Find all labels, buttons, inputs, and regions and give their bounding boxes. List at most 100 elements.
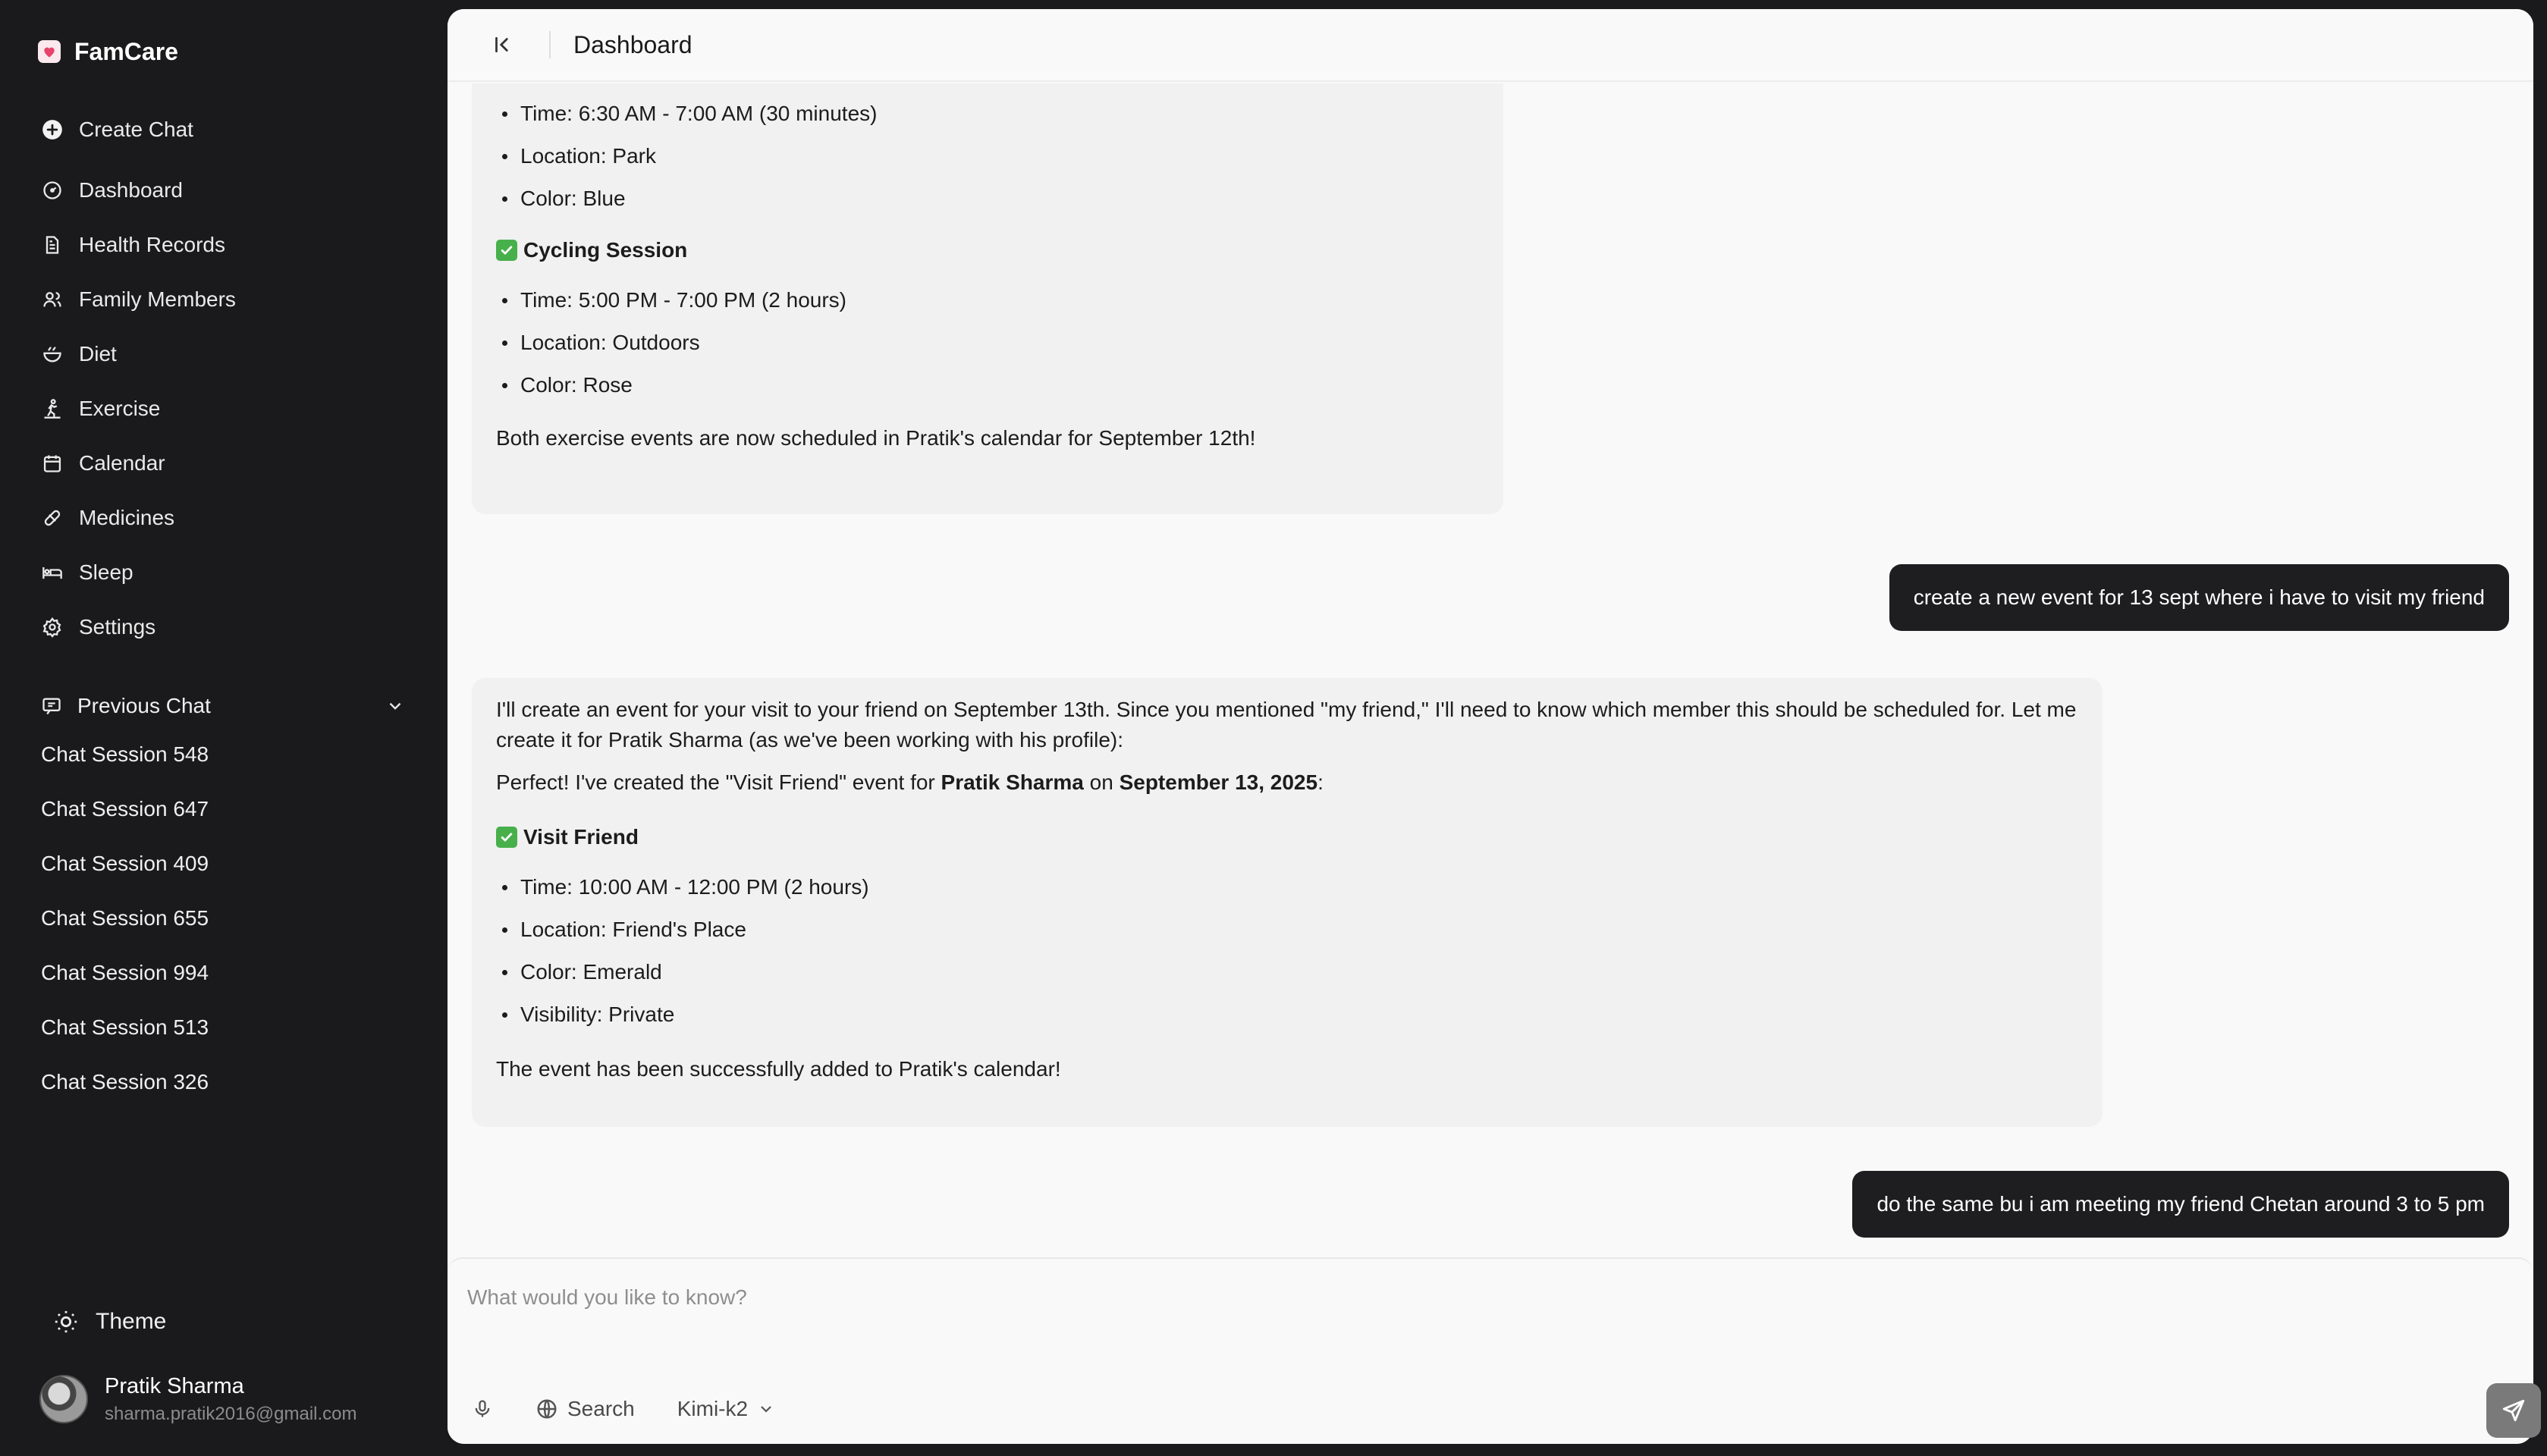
list-item: Color: Rose xyxy=(496,364,1479,406)
nav-item-calendar[interactable]: Calendar xyxy=(26,440,420,487)
event-title: Cycling Session xyxy=(523,238,688,262)
bowl-icon xyxy=(41,343,64,366)
nav-label: Calendar xyxy=(79,451,165,475)
nav-label: Exercise xyxy=(79,397,161,420)
dashboard-icon xyxy=(41,179,64,202)
nav-label: Health Records xyxy=(79,233,225,256)
sidebar: FamCare Create Chat Dashboard Health Rec… xyxy=(0,0,448,1456)
assistant-message: I'll create an event for your visit to y… xyxy=(472,678,2103,1127)
check-mark-icon xyxy=(496,827,517,848)
users-icon xyxy=(41,288,64,311)
event-date: September 13, 2025 xyxy=(1119,770,1318,794)
list-item: Time: 10:00 AM - 12:00 PM (2 hours) xyxy=(496,866,2078,908)
chat-session-item[interactable]: Chat Session 409 xyxy=(26,840,405,887)
chat-session-item[interactable]: Chat Session 326 xyxy=(26,1059,405,1106)
prompt-input[interactable] xyxy=(467,1279,2288,1316)
check-mark-icon xyxy=(496,240,517,261)
model-select[interactable]: Kimi-k2 xyxy=(677,1397,775,1421)
nav-item-health-records[interactable]: Health Records xyxy=(26,221,420,268)
create-chat-button[interactable]: Create Chat xyxy=(26,106,420,153)
theme-toggle-button[interactable]: Theme xyxy=(38,1298,265,1345)
nav-label: Dashboard xyxy=(79,178,183,202)
send-icon xyxy=(2501,1398,2527,1423)
nav-label: Diet xyxy=(79,342,117,366)
nav-label: Family Members xyxy=(79,287,236,311)
message-text: Both exercise events are now scheduled i… xyxy=(496,426,1256,450)
chat-icon xyxy=(41,695,62,717)
event-details-list: Time: 6:30 AM - 7:00 AM (30 minutes) Loc… xyxy=(496,93,1479,220)
collapse-icon xyxy=(491,33,513,56)
event-heading: Visit Friend xyxy=(496,822,2078,852)
brand[interactable]: FamCare xyxy=(38,33,178,70)
chat-session-item[interactable]: Chat Session 548 xyxy=(26,731,405,778)
nav-label: Sleep xyxy=(79,560,133,584)
message-text-part: on xyxy=(1083,770,1120,794)
list-item: Visibility: Private xyxy=(496,993,2078,1036)
nav-item-dashboard[interactable]: Dashboard xyxy=(26,167,420,214)
gear-icon xyxy=(41,616,64,639)
divider xyxy=(549,31,551,58)
nav-item-diet[interactable]: Diet xyxy=(26,331,420,378)
event-details-list: Time: 5:00 PM - 7:00 PM (2 hours) Locati… xyxy=(496,279,1479,406)
plus-circle-icon xyxy=(41,118,64,141)
message-text: I'll create an event for your visit to y… xyxy=(496,698,2077,752)
create-chat-label: Create Chat xyxy=(79,118,193,141)
theme-label: Theme xyxy=(96,1309,167,1334)
message-text-part: Perfect! I've created the "Visit Friend"… xyxy=(496,770,941,794)
search-label: Search xyxy=(567,1397,635,1420)
main-nav: Create Chat Dashboard Health Records Fam… xyxy=(26,106,420,658)
collapse-sidebar-button[interactable] xyxy=(485,28,519,61)
nav-label: Settings xyxy=(79,615,156,639)
list-item: Color: Emerald xyxy=(496,951,2078,993)
nav-item-settings[interactable]: Settings xyxy=(26,604,420,651)
chat-session-item[interactable]: Chat Session 647 xyxy=(26,786,405,833)
message-text: The event has been successfully added to… xyxy=(496,1057,1061,1081)
nav-item-exercise[interactable]: Exercise xyxy=(26,385,420,432)
chat-session-list: Chat Session 548 Chat Session 647 Chat S… xyxy=(26,731,405,1113)
avatar xyxy=(39,1375,88,1423)
calendar-icon xyxy=(41,452,64,475)
user-message: create a new event for 13 sept where i h… xyxy=(1889,564,2509,631)
previous-chat-toggle[interactable]: Previous Chat xyxy=(26,682,405,730)
document-icon xyxy=(41,234,64,256)
previous-chat-label: Previous Chat xyxy=(77,694,211,717)
composer: Search Kimi-k2 xyxy=(448,1257,2533,1444)
chat-session-item[interactable]: Chat Session 994 xyxy=(26,949,405,996)
chat-session-item[interactable]: Chat Session 513 xyxy=(26,1004,405,1051)
main-panel: Dashboard Time: 6:30 AM - 7:00 AM (30 mi… xyxy=(448,9,2533,1444)
event-details-list: Time: 10:00 AM - 12:00 PM (2 hours) Loca… xyxy=(496,866,2078,1036)
heart-logo-icon xyxy=(38,40,61,63)
bed-icon xyxy=(41,561,64,584)
event-title: Visit Friend xyxy=(523,825,639,849)
nav-item-sleep[interactable]: Sleep xyxy=(26,549,420,596)
globe-icon xyxy=(535,1398,558,1420)
nav-label: Medicines xyxy=(79,506,175,529)
list-item: Time: 6:30 AM - 7:00 AM (30 minutes) xyxy=(496,93,1479,135)
list-item: Time: 5:00 PM - 7:00 PM (2 hours) xyxy=(496,279,1479,322)
search-toggle-button[interactable]: Search xyxy=(535,1397,635,1421)
chat-transcript: Time: 6:30 AM - 7:00 AM (30 minutes) Loc… xyxy=(448,83,2533,1257)
member-name: Pratik Sharma xyxy=(941,770,1084,794)
user-email: sharma.pratik2016@gmail.com xyxy=(105,1403,357,1424)
exercise-icon xyxy=(41,397,64,420)
sun-icon xyxy=(53,1309,79,1335)
user-message: do the same bu i am meeting my friend Ch… xyxy=(1852,1171,2509,1238)
user-name: Pratik Sharma xyxy=(105,1373,244,1398)
list-item: Location: Park xyxy=(496,135,1479,177)
send-button[interactable] xyxy=(2486,1383,2541,1438)
microphone-icon xyxy=(472,1398,493,1420)
nav-item-medicines[interactable]: Medicines xyxy=(26,494,420,541)
list-item: Color: Blue xyxy=(496,177,1479,220)
message-text: Perfect! I've created the "Visit Friend"… xyxy=(496,767,2078,798)
chevron-down-icon xyxy=(385,696,405,716)
chevron-down-icon xyxy=(757,1400,775,1418)
user-profile[interactable]: Pratik Sharma sharma.pratik2016@gmail.co… xyxy=(39,1365,434,1433)
assistant-message: Time: 6:30 AM - 7:00 AM (30 minutes) Loc… xyxy=(472,83,1503,514)
microphone-button[interactable] xyxy=(472,1398,493,1420)
brand-name: FamCare xyxy=(74,37,178,65)
list-item: Location: Friend's Place xyxy=(496,908,2078,951)
chat-session-item[interactable]: Chat Session 655 xyxy=(26,895,405,942)
event-heading: Cycling Session xyxy=(496,235,1479,265)
nav-item-family-members[interactable]: Family Members xyxy=(26,276,420,323)
list-item: Location: Outdoors xyxy=(496,322,1479,364)
